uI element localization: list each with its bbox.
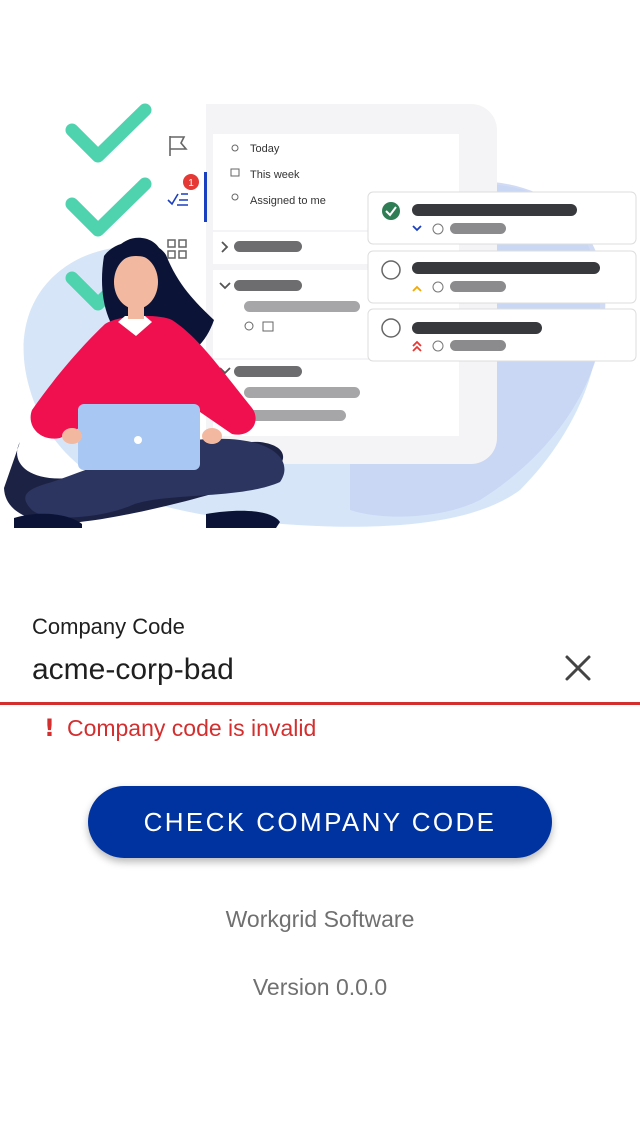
task-card	[367, 191, 637, 245]
company-code-label: Company Code	[32, 614, 185, 639]
svg-text:Today: Today	[250, 143, 280, 155]
company-name: Workgrid Software	[225, 906, 415, 932]
check-company-code-button[interactable]: CHECK COMPANY CODE	[88, 786, 552, 858]
hero-illustration: 1 Today This week Assigned to me	[4, 103, 637, 528]
app-version: Version 0.0.0	[252, 974, 388, 1000]
error-icon: !	[44, 714, 55, 742]
close-icon	[565, 655, 591, 681]
svg-text:Assigned to me: Assigned to me	[250, 195, 326, 207]
clear-input-button[interactable]	[558, 648, 598, 688]
badge-count: 1	[188, 178, 194, 189]
task-card	[367, 250, 637, 304]
svg-text:This week: This week	[250, 169, 300, 181]
validation-error: ! Company code is invalid	[44, 714, 316, 742]
check-icon	[65, 103, 152, 163]
check-icon	[65, 177, 152, 237]
error-message: Company code is invalid	[66, 714, 317, 741]
input-underline-error	[0, 702, 640, 705]
company-code-input[interactable]	[32, 648, 552, 692]
task-card	[367, 308, 637, 362]
